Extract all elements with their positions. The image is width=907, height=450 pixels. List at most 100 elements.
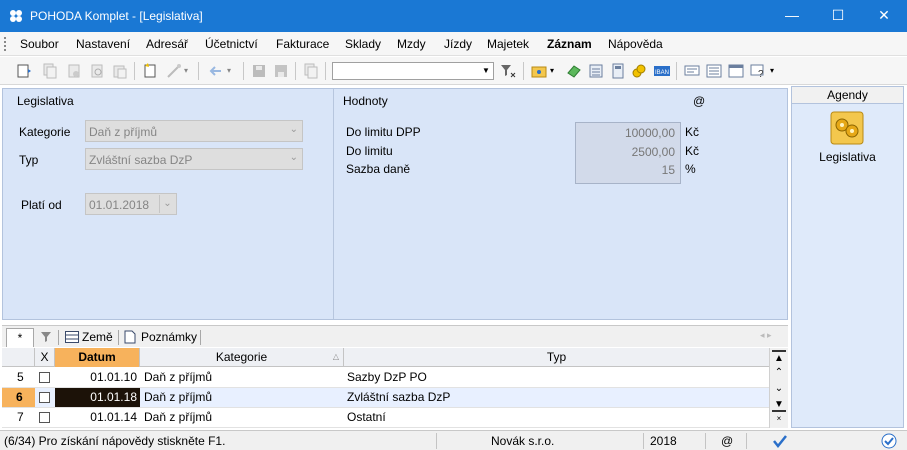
at-icon[interactable]: @ [693, 94, 705, 108]
folder-dropdown-icon[interactable]: ▾ [550, 63, 566, 79]
menu-jizdy[interactable]: Jízdy [444, 37, 472, 51]
datum-cell: 01.01.14 [90, 410, 137, 424]
svg-text:?: ? [758, 69, 764, 79]
window-icon[interactable] [728, 63, 744, 79]
globe-table-icon [65, 331, 79, 343]
row-checkbox[interactable] [39, 412, 50, 423]
do-limitu-value[interactable]: 2500,00 [632, 145, 675, 159]
tab-scroll-icon[interactable]: ◂ ▸ [760, 330, 772, 341]
document-icon[interactable] [303, 63, 319, 79]
copy-icon[interactable] [42, 63, 58, 79]
coins-icon[interactable] [631, 63, 647, 79]
legislativa-agenda-label[interactable]: Legislativa [792, 150, 903, 164]
grid-scrollbar[interactable]: ▲ ⌃ ⌄ ▼ × [769, 348, 788, 428]
sort-icon: △ [332, 352, 339, 361]
back-dropdown-icon[interactable]: ▾ [227, 63, 243, 79]
new-record-icon[interactable] [142, 63, 158, 79]
typ-column-header[interactable]: Typ [344, 348, 769, 367]
typ-cell: Sazby DzP PO [347, 370, 427, 384]
table-row-selected[interactable]: 6 01.01.18 Daň z příjmů Zvláštní sazba D… [2, 388, 769, 408]
menu-majetek[interactable]: Majetek [487, 37, 529, 51]
typ-combo[interactable]: Zvláštní sazba DzP ⌄ [85, 148, 303, 170]
paste-icon[interactable] [112, 63, 128, 79]
help-icon[interactable]: ? [750, 63, 766, 79]
chevron-down-icon[interactable]: ⌄ [290, 152, 298, 163]
kategorie-combo[interactable]: Daň z příjmů ⌄ [85, 120, 303, 142]
chevron-down-icon[interactable]: ⌄ [159, 195, 175, 213]
menu-nastaveni[interactable]: Nastavení [76, 37, 130, 51]
save-icon[interactable] [251, 63, 267, 79]
rownum-header [2, 348, 35, 367]
menu-adresar[interactable]: Adresář [146, 37, 188, 51]
menu-mzdy[interactable]: Mzdy [397, 37, 426, 51]
tab-separator [58, 330, 59, 345]
calc2-icon[interactable] [610, 63, 626, 79]
chevron-down-icon[interactable]: ▼ [480, 64, 492, 78]
status-company: Novák s.r.o. [491, 434, 555, 448]
save-all-icon[interactable] [273, 63, 289, 79]
table-row[interactable]: 7 01.01.14 Daň z příjmů Ostatní [2, 408, 769, 428]
folder-icon[interactable] [531, 63, 547, 79]
minimize-button[interactable]: — [769, 0, 815, 32]
attach-icon[interactable] [16, 63, 32, 79]
row-number: 6 [2, 388, 35, 407]
status-ok-icon[interactable] [881, 433, 897, 449]
row-number: 5 [17, 370, 24, 384]
scroll-bottom-icon[interactable]: ▼ [772, 398, 786, 412]
legislativa-agenda-icon[interactable] [830, 111, 864, 145]
kategorie-column-header[interactable]: Kategorie △ [140, 348, 344, 367]
menu-zaznam[interactable]: Záznam [547, 37, 592, 51]
print-preview-icon[interactable] [89, 63, 105, 79]
status-separator [643, 433, 644, 449]
menu-ucetnictvi[interactable]: Účetnictví [205, 37, 258, 51]
tab-zeme[interactable]: Země [82, 328, 113, 347]
table-row[interactable]: 5 01.01.10 Daň z příjmů Sazby DzP PO [2, 368, 769, 388]
list-icon[interactable] [706, 63, 722, 79]
row-checkbox[interactable] [39, 372, 50, 383]
menu-napoveda[interactable]: Nápověda [608, 37, 663, 51]
close-button[interactable]: ✕ [861, 0, 907, 32]
sazba-dane-value[interactable]: 15 [662, 163, 675, 177]
do-limitu-unit: Kč [685, 144, 700, 158]
back-arrow-icon[interactable] [207, 63, 223, 79]
chevron-down-icon[interactable]: ⌄ [290, 124, 298, 135]
kategorie-label: Kategorie [19, 125, 71, 139]
checkmark-icon[interactable] [773, 434, 787, 448]
do-limitu-dpp-value[interactable]: 10000,00 [625, 126, 675, 140]
menu-fakturace[interactable]: Fakturace [276, 37, 329, 51]
agendy-panel: Agendy Legislativa [791, 86, 904, 428]
filter-icon[interactable] [40, 331, 52, 343]
tab-poznamky[interactable]: Poznámky [141, 328, 197, 347]
menu-sklady[interactable]: Sklady [345, 37, 381, 51]
money-icon[interactable] [566, 63, 582, 79]
svg-text:IBAN: IBAN [655, 70, 669, 76]
maximize-button[interactable]: ☐ [815, 0, 861, 32]
calculator-icon[interactable] [588, 63, 604, 79]
status-year: 2018 [650, 434, 677, 448]
kategorie-header-label: Kategorie [215, 350, 268, 364]
status-at-icon[interactable]: @ [721, 434, 733, 448]
x-column-header[interactable]: X [35, 348, 55, 367]
quick-search-combo[interactable]: ▼ [332, 62, 494, 80]
scroll-up-icon[interactable]: ⌃ [772, 366, 786, 380]
help-dropdown-icon[interactable]: ▾ [770, 63, 786, 79]
scroll-top-icon[interactable]: ▲ [772, 350, 786, 364]
plati-od-value: 01.01.2018 [89, 198, 150, 212]
detail-tabs: * Země Poznámky ◂ ▸ [2, 325, 788, 347]
filter-icon[interactable] [500, 63, 516, 79]
tab-star[interactable]: * [6, 328, 34, 347]
plati-od-label: Platí od [21, 198, 62, 212]
cut-icon[interactable] [66, 63, 82, 79]
scroll-down-icon[interactable]: ⌄ [772, 382, 786, 396]
message-icon[interactable] [684, 63, 700, 79]
row-checkbox[interactable] [39, 392, 50, 403]
wand-icon[interactable] [166, 63, 182, 79]
datum-column-header[interactable]: Datum [55, 348, 140, 367]
iban-icon[interactable]: IBAN [654, 63, 670, 79]
toolbar-separator [198, 62, 199, 80]
window-title: POHODA Komplet - [Legislativa] [30, 9, 203, 23]
values-box: 10000,00 2500,00 15 [575, 122, 681, 184]
plati-od-date[interactable]: 01.01.2018 ⌄ [85, 193, 177, 215]
scroll-corner-icon[interactable]: × [772, 412, 786, 426]
menu-soubor[interactable]: Soubor [20, 37, 59, 51]
